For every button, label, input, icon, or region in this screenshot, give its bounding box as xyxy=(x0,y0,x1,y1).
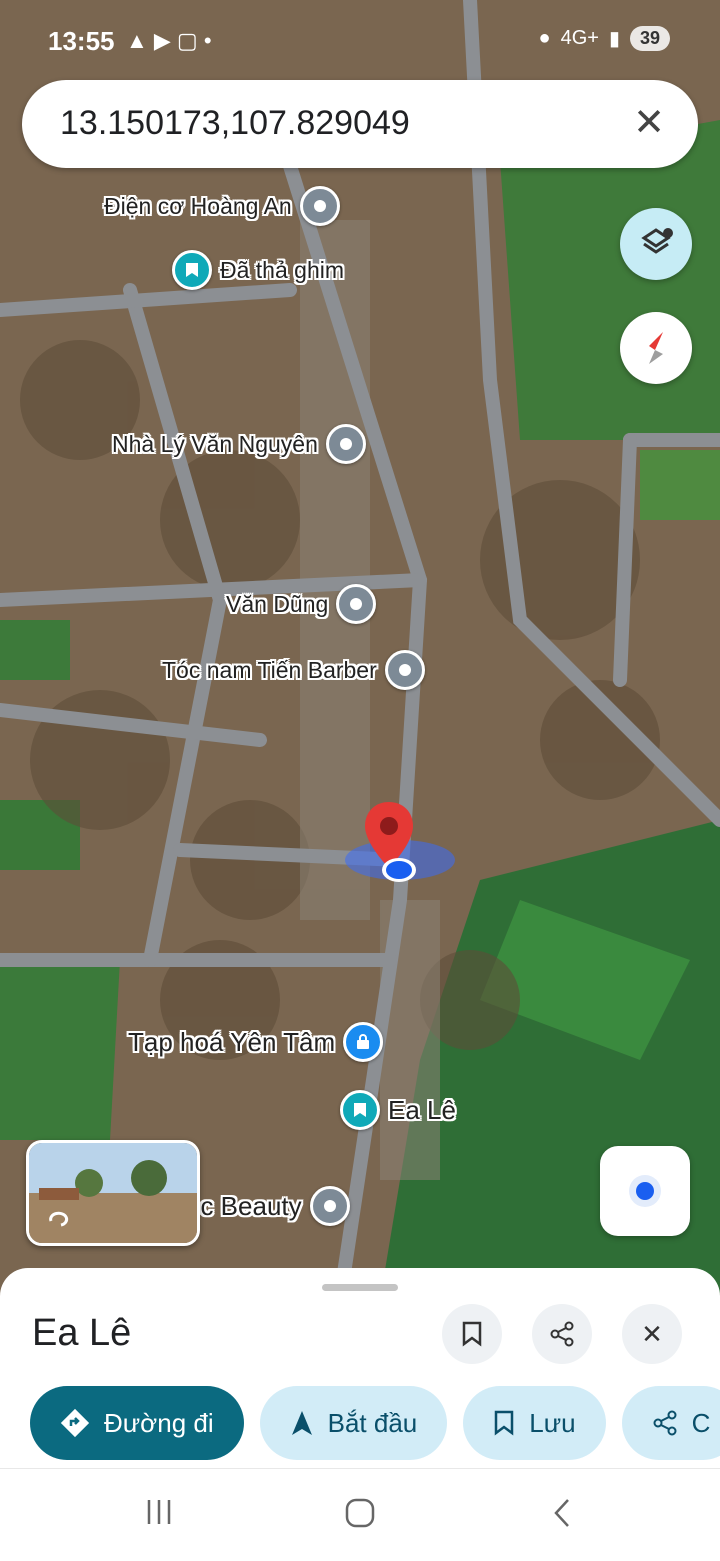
home-icon[interactable] xyxy=(344,1497,376,1538)
status-bar: 13:55 ▲ ▶ ▢ • ● 4G+ ▮ 39 xyxy=(0,0,720,80)
place-pin-icon xyxy=(336,584,377,624)
share-chip[interactable]: C xyxy=(621,1386,720,1460)
navigation-arrow-icon xyxy=(291,1411,312,1435)
directions-icon xyxy=(60,1408,90,1438)
place-pin-icon xyxy=(309,1186,350,1226)
share-label: C xyxy=(691,1407,711,1438)
place-label: Ea Lê xyxy=(388,1094,456,1125)
street-view-thumbnail[interactable] xyxy=(26,1140,200,1246)
bookmark-icon xyxy=(495,1410,514,1436)
location-icon: ● xyxy=(538,27,551,49)
system-nav-bar xyxy=(0,1468,720,1561)
save-label: Lưu xyxy=(529,1407,576,1438)
my-location-button[interactable] xyxy=(600,1146,690,1236)
status-icons: ● 4G+ ▮ 39 xyxy=(538,26,670,51)
place-label: Điện cơ Hoàng An xyxy=(104,192,292,219)
street-view-image xyxy=(29,1143,197,1243)
place-marker[interactable]: Ea Lê xyxy=(340,1090,456,1130)
place-title: Ea Lê xyxy=(32,1312,132,1354)
place-marker[interactable]: Đã thả ghim xyxy=(172,250,344,290)
place-pin-icon xyxy=(325,424,366,464)
place-marker[interactable]: Tóc nam Tiến Barber xyxy=(162,650,425,690)
my-location-icon xyxy=(629,1175,661,1207)
drag-handle[interactable] xyxy=(322,1284,398,1291)
signal-icon: ▮ xyxy=(608,28,620,50)
place-label: Tóc nam Tiến Barber xyxy=(162,656,377,683)
recent-apps-icon[interactable] xyxy=(144,1497,174,1536)
battery-indicator: 39 xyxy=(629,26,670,51)
current-location-icon xyxy=(382,858,416,882)
start-button[interactable]: Bắt đầu xyxy=(259,1386,448,1460)
close-button[interactable]: ✕ xyxy=(622,1304,682,1364)
directions-label: Đường đi xyxy=(104,1407,214,1438)
place-label: Tạp hoá Yên Tâm xyxy=(128,1026,336,1057)
place-label: Văn Dũng xyxy=(226,590,329,617)
place-marker[interactable]: Văn Dũng xyxy=(226,584,377,624)
place-marker[interactable]: Tạp hoá Yên Tâm xyxy=(128,1022,384,1062)
bookmark-icon xyxy=(462,1321,482,1347)
directions-button[interactable]: Đường đi xyxy=(30,1386,244,1460)
layers-icon xyxy=(641,228,673,254)
notification-icons: ▲ ▶ ▢ • xyxy=(126,28,212,53)
close-icon[interactable]: ✕ xyxy=(626,100,672,146)
share-button[interactable] xyxy=(532,1304,592,1364)
place-label: Nhà Lý Văn Nguyên xyxy=(112,430,318,457)
map-view[interactable]: 13:55 ▲ ▶ ▢ • ● 4G+ ▮ 39 13.150173,107.8… xyxy=(0,0,720,1300)
start-label: Bắt đầu xyxy=(327,1407,418,1438)
search-bar[interactable]: 13.150173,107.829049 ✕ xyxy=(22,80,698,168)
action-chips: Đường đi Bắt đầu Lưu C xyxy=(30,1386,720,1460)
bookmark-pin-icon xyxy=(172,250,212,290)
share-icon xyxy=(653,1410,677,1436)
save-chip[interactable]: Lưu xyxy=(463,1386,606,1460)
place-bottom-sheet: Ea Lê ✕ Đường đi Bắt đầu Lưu C xyxy=(0,1268,720,1468)
share-icon xyxy=(550,1321,574,1347)
place-marker[interactable]: Nhà Lý Văn Nguyên xyxy=(112,424,366,464)
compass-icon xyxy=(649,332,663,364)
place-label: Đã thả ghim xyxy=(220,256,345,283)
place-marker[interactable]: Điện cơ Hoàng An xyxy=(104,186,340,226)
shopping-pin-icon xyxy=(343,1022,384,1062)
search-query[interactable]: 13.150173,107.829049 xyxy=(60,104,410,143)
compass-button[interactable] xyxy=(620,312,692,384)
save-button[interactable] xyxy=(442,1304,502,1364)
layers-button[interactable] xyxy=(620,208,692,280)
place-pin-icon xyxy=(299,186,340,226)
close-icon: ✕ xyxy=(641,1318,663,1349)
network-label: 4G+ xyxy=(560,27,599,49)
place-pin-icon xyxy=(384,650,425,690)
place-marker[interactable]: oc Beauty xyxy=(186,1186,350,1226)
place-label: oc Beauty xyxy=(186,1190,302,1221)
bookmark-pin-icon xyxy=(340,1090,380,1130)
back-icon[interactable] xyxy=(550,1497,574,1538)
status-time: 13:55 xyxy=(48,26,115,56)
